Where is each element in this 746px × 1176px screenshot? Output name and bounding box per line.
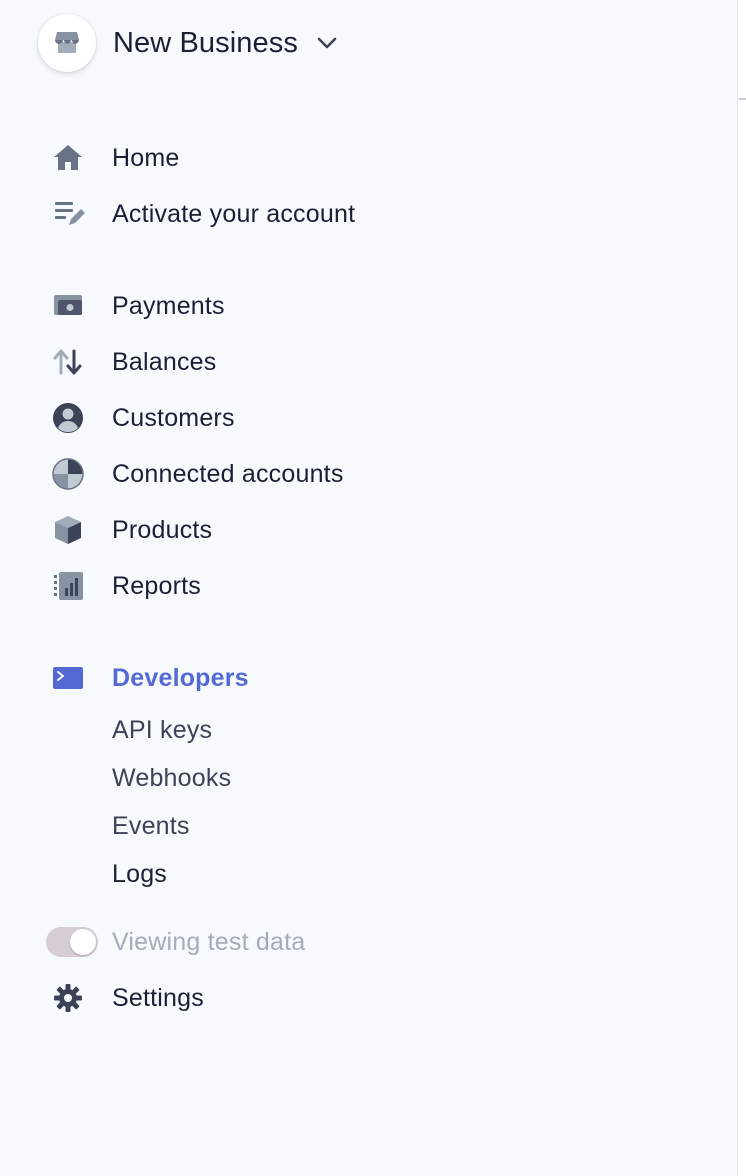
- resize-handle[interactable]: [739, 98, 746, 100]
- sidebar: New Business Home Activate your account: [0, 0, 738, 1176]
- test-data-toggle-row[interactable]: Viewing test data: [46, 920, 305, 964]
- nav-label: Activate your account: [112, 199, 356, 228]
- nav-customers[interactable]: Customers: [46, 396, 235, 440]
- nav-products[interactable]: Products: [46, 508, 212, 552]
- nav-developers[interactable]: Developers: [46, 656, 249, 700]
- nav-label: Products: [112, 515, 213, 544]
- nav-label: Developers: [112, 663, 249, 692]
- subnav-events[interactable]: Events: [112, 812, 190, 841]
- payments-icon: [46, 284, 90, 328]
- store-icon: [55, 32, 79, 53]
- gear-icon: [46, 976, 90, 1020]
- subnav-webhooks[interactable]: Webhooks: [112, 764, 231, 793]
- reports-icon: [46, 564, 90, 608]
- nav-balances[interactable]: Balances: [46, 340, 216, 384]
- account-switcher[interactable]: New Business: [38, 14, 340, 72]
- subnav-logs[interactable]: Logs: [112, 860, 167, 889]
- nav-home[interactable]: Home: [46, 136, 180, 180]
- test-data-label: Viewing test data: [112, 927, 306, 956]
- nav-settings[interactable]: Settings: [46, 976, 204, 1020]
- nav-label: Home: [112, 143, 180, 172]
- nav-activate-account[interactable]: Activate your account: [46, 192, 355, 236]
- nav-label: Reports: [112, 571, 201, 600]
- subnav-api-keys[interactable]: API keys: [112, 716, 212, 745]
- terminal-icon: [46, 656, 90, 700]
- nav-label: Settings: [112, 983, 204, 1012]
- nav-label: Balances: [112, 347, 217, 376]
- nav-payments[interactable]: Payments: [46, 284, 225, 328]
- account-avatar: [38, 14, 96, 72]
- test-data-toggle[interactable]: [46, 927, 98, 957]
- content-edge: [738, 0, 746, 1176]
- balances-arrows-icon: [46, 340, 90, 384]
- nav-label: Connected accounts: [112, 459, 344, 488]
- product-box-icon: [46, 508, 90, 552]
- home-icon: [46, 136, 90, 180]
- nav-label: Payments: [112, 291, 225, 320]
- connected-accounts-icon: [46, 452, 90, 496]
- customer-icon: [46, 396, 90, 440]
- chevron-down-icon: [314, 30, 340, 56]
- checklist-edit-icon: [46, 192, 90, 236]
- nav-reports[interactable]: Reports: [46, 564, 201, 608]
- toggle-knob: [70, 929, 96, 955]
- account-name: New Business: [113, 26, 298, 59]
- nav-label: Customers: [112, 403, 235, 432]
- nav-connected-accounts[interactable]: Connected accounts: [46, 452, 344, 496]
